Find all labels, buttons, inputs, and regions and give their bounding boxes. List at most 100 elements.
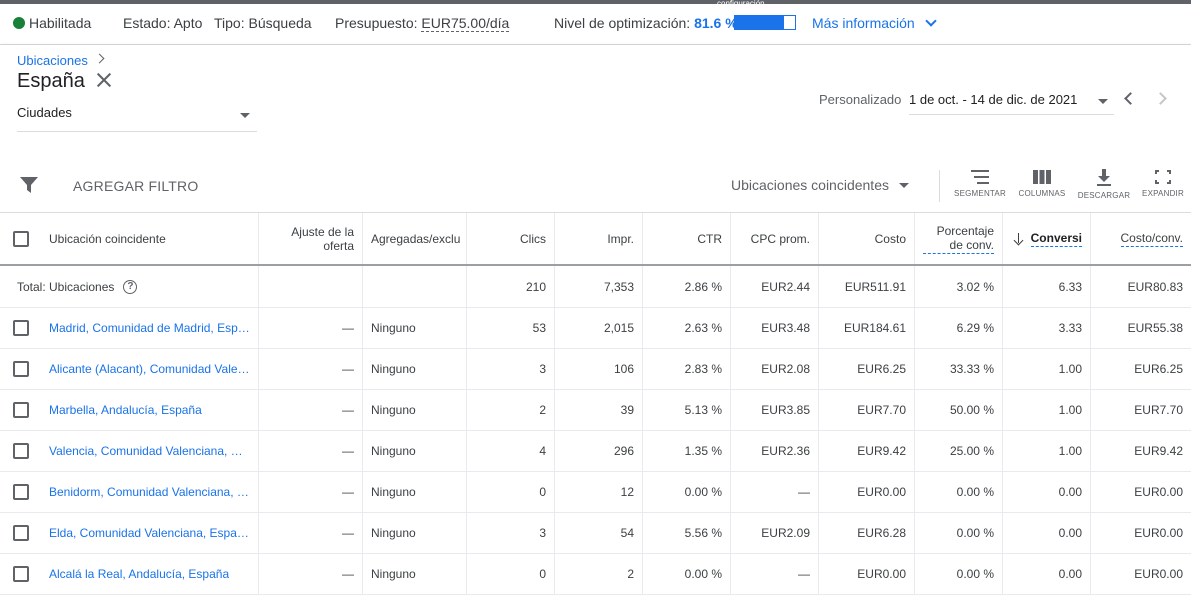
col-avg-cpc[interactable]: CPC prom. (731, 213, 819, 264)
row-checkbox[interactable] (12, 320, 29, 336)
download-label: DESCARGAR (1077, 191, 1131, 200)
row-checkbox[interactable] (12, 525, 29, 541)
col-clicks-label: Clics (520, 231, 546, 246)
row-checkbox[interactable] (12, 443, 29, 459)
select-all-checkbox[interactable] (12, 230, 29, 247)
col-clicks[interactable]: Clics (467, 213, 555, 264)
conv-rate-cell: 33.33 % (915, 349, 1003, 389)
location-link[interactable]: Marbella, Andalucía, España (49, 403, 202, 417)
total-label: Total: Ubicaciones (17, 279, 115, 294)
col-bid-adjustment[interactable]: Ajuste de la oferta (259, 213, 363, 264)
row-checkbox[interactable] (12, 402, 29, 418)
row-select-cell (0, 349, 41, 389)
optimization-progress-bar (734, 15, 796, 30)
bid-adjustment-cell: — (259, 349, 363, 389)
match-type-select[interactable]: Ubicaciones coincidentes (731, 177, 909, 193)
cost-per-conv-cell: EUR9.42 (1134, 444, 1183, 458)
dropdown-arrow-icon (240, 113, 250, 118)
location-link[interactable]: Elda, Comunidad Valenciana, España (49, 526, 250, 540)
col-location[interactable]: Ubicación coincidente (41, 213, 259, 264)
more-info-link[interactable]: Más información (812, 15, 937, 31)
col-impressions[interactable]: Impr. (555, 213, 643, 264)
download-icon (1097, 169, 1111, 186)
expand-icon (1155, 170, 1171, 184)
row-checkbox[interactable] (12, 566, 29, 582)
breadcrumb-ubicaciones[interactable]: Ubicaciones (17, 53, 88, 68)
conversions-cell: 1.00 (1003, 431, 1091, 471)
location-link[interactable]: Madrid, Comunidad de Madrid, Espa… (49, 321, 250, 335)
clicks-cell: 0 (467, 472, 555, 512)
segment-button[interactable]: SEGMENTAR (950, 169, 1010, 205)
table-row: Madrid, Comunidad de Madrid, Espa… — Ningu… (0, 308, 1191, 349)
select-all-cell (0, 213, 41, 264)
total-bid-adj (259, 266, 363, 307)
conv-rate-cell: 0.00 % (915, 472, 1003, 512)
added-excluded-cell: Ninguno (363, 390, 467, 430)
budget-value[interactable]: EUR75.00/día (421, 15, 510, 32)
location-cell: Benidorm, Comunidad Valenciana, E… (41, 472, 259, 512)
cost-cell: EUR9.42 (819, 431, 915, 471)
row-checkbox[interactable] (12, 484, 29, 500)
conversions-cell: 1.00 (1003, 390, 1091, 430)
impressions-cell: 39 (555, 390, 643, 430)
col-ctr[interactable]: CTR (643, 213, 731, 264)
download-button[interactable]: DESCARGAR (1074, 169, 1134, 205)
bid-adjustment-cell: — (259, 513, 363, 553)
location-link[interactable]: Alcalá la Real, Andalucía, España (49, 567, 229, 581)
row-checkbox[interactable] (12, 361, 29, 377)
added-excluded-cell: Ninguno (363, 431, 467, 471)
row-select-cell (0, 431, 41, 471)
table-toolbar: AGREGAR FILTRO Ubicaciones coincidentes … (0, 157, 1191, 213)
close-icon[interactable] (93, 69, 115, 91)
avg-cpc-cell: — (731, 472, 819, 512)
location-cell: Elda, Comunidad Valenciana, España (41, 513, 259, 553)
avg-cpc-cell: EUR2.09 (731, 513, 819, 553)
filter-icon[interactable] (20, 177, 38, 193)
columns-label: COLUMNAS (1018, 189, 1066, 198)
clicks-cell: 0 (467, 554, 555, 594)
location-link[interactable]: Alicante (Alacant), Comunidad Vale… (49, 362, 250, 376)
cost-per-conv-cell: EUR0.00 (1134, 526, 1183, 540)
location-link[interactable]: Valencia, Comunidad Valenciana, Es… (49, 444, 250, 458)
more-info-label: Más información (812, 15, 915, 31)
bid-adjustment-cell: — (259, 308, 363, 348)
impressions-cell: 54 (555, 513, 643, 553)
location-cell: Marbella, Andalucía, España (41, 390, 259, 430)
clicks-cell: 3 (467, 349, 555, 389)
col-conv-rate[interactable]: Porcentaje de conv. (915, 213, 1003, 264)
table-row: Valencia, Comunidad Valenciana, Es… — Ning… (0, 431, 1191, 472)
city-level-select[interactable]: Ciudades (17, 105, 257, 132)
clicks-cell: 4 (467, 431, 555, 471)
date-range-select[interactable]: 1 de oct. - 14 de dic. de 2021 (909, 90, 1114, 115)
location-link[interactable]: Benidorm, Comunidad Valenciana, E… (49, 485, 250, 499)
added-excluded-cell: Ninguno (363, 513, 467, 553)
col-cost-per-conv[interactable]: Costo/conv. (1091, 213, 1191, 264)
next-period-icon[interactable] (1154, 92, 1167, 105)
page-title: España (17, 70, 85, 92)
status-bar: configuración Habilitada Estado: Apto Ti… (0, 0, 1191, 45)
col-added-excluded[interactable]: Agregadas/exclu (363, 213, 467, 264)
expand-button[interactable]: EXPANDIR (1133, 169, 1191, 205)
cost-cell: EUR7.70 (819, 390, 915, 430)
total-cost: EUR511.91 (819, 266, 915, 307)
impressions-cell: 2,015 (555, 308, 643, 348)
table-body: Madrid, Comunidad de Madrid, Espa… — Ningu… (0, 308, 1191, 595)
ctr-cell: 2.83 % (643, 349, 731, 389)
total-impressions: 7,353 (555, 266, 643, 307)
help-icon[interactable]: ? (123, 279, 138, 294)
table-header-row: Ubicación coincidente Ajuste de la ofert… (0, 213, 1191, 266)
total-avg-cpc: EUR2.44 (731, 266, 819, 307)
impressions-cell: 106 (555, 349, 643, 389)
columns-button[interactable]: COLUMNAS (1012, 169, 1072, 205)
impressions-cell: 12 (555, 472, 643, 512)
match-type-value: Ubicaciones coincidentes (731, 177, 889, 193)
estado-label: Estado: Apto (123, 15, 203, 31)
previous-period-icon[interactable] (1124, 92, 1137, 105)
col-cost[interactable]: Costo (819, 213, 915, 264)
table-row: Alcalá la Real, Andalucía, España — Ningun… (0, 554, 1191, 595)
table-row: Benidorm, Comunidad Valenciana, E… — Ningu… (0, 472, 1191, 513)
add-filter-button[interactable]: AGREGAR FILTRO (73, 178, 198, 194)
row-select-cell (0, 308, 41, 348)
col-conversions[interactable]: Conversi (1003, 213, 1091, 264)
added-excluded-cell: Ninguno (363, 308, 467, 348)
